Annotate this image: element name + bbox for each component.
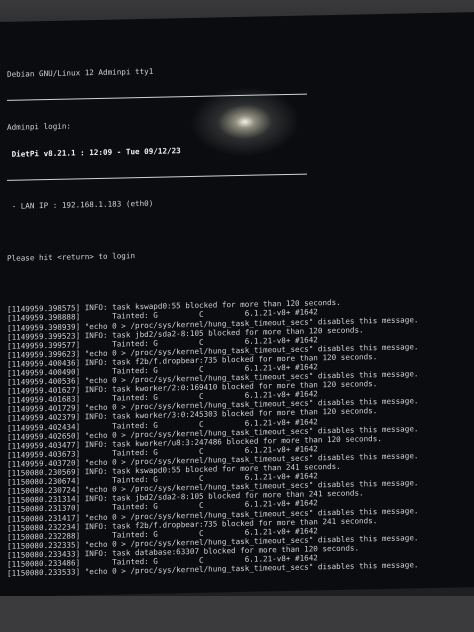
banner-divider xyxy=(7,94,307,102)
login-hint: Please hit <return> to login xyxy=(7,251,136,263)
dietpi-banner: DietPi v8.21.1 : 12:09 - Tue 09/12/23 xyxy=(7,146,181,159)
console-output: Debian GNU/Linux 12 Adminpi tty1 Adminpi… xyxy=(7,42,467,597)
login-prompt[interactable]: Adminpi login: xyxy=(7,113,467,132)
dietpi-divider xyxy=(7,173,307,182)
kernel-log: [1149959.398575] INFO: task kswapd0:55 b… xyxy=(7,296,467,578)
monitor-frame: Debian GNU/Linux 12 Adminpi tty1 Adminpi… xyxy=(0,0,474,632)
lan-ip-line: - LAN IP : 192.168.1.183 (eth0) xyxy=(7,199,154,212)
terminal-screen[interactable]: Debian GNU/Linux 12 Adminpi tty1 Adminpi… xyxy=(0,12,474,598)
monitor-bezel-bottom xyxy=(0,596,474,632)
os-banner: Debian GNU/Linux 12 Adminpi tty1 xyxy=(7,66,154,80)
